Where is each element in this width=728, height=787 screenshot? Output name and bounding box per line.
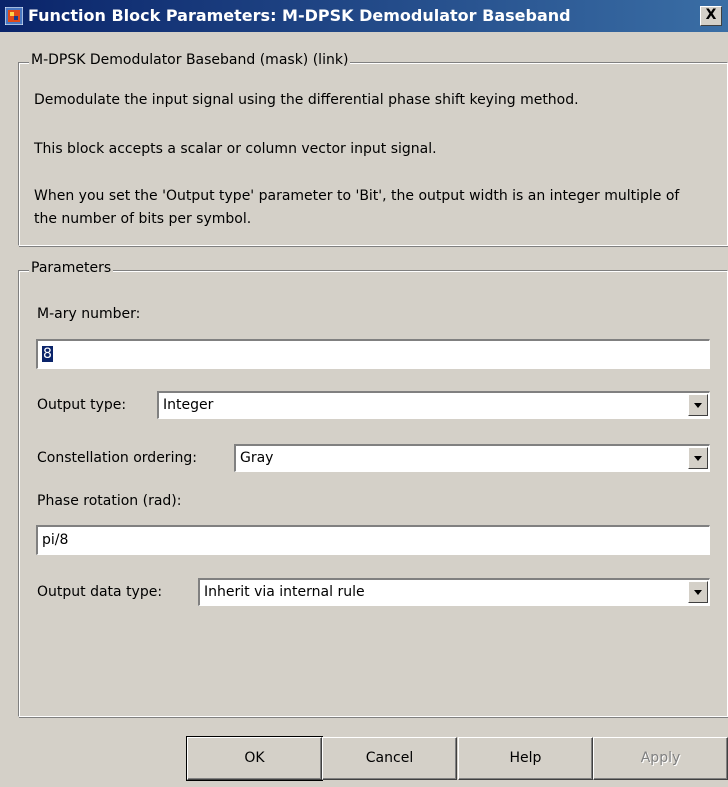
ok-button[interactable]: OK xyxy=(186,736,323,781)
output-data-type-dropdown[interactable]: Inherit via internal rule xyxy=(198,578,710,606)
constellation-ordering-label: Constellation ordering: xyxy=(37,450,197,466)
constellation-ordering-value: Gray xyxy=(240,450,274,466)
chevron-down-icon[interactable] xyxy=(688,581,708,603)
cancel-button[interactable]: Cancel xyxy=(322,737,457,780)
phase-rotation-label: Phase rotation (rad): xyxy=(37,493,182,509)
output-type-value: Integer xyxy=(163,397,214,413)
parameters-group-title: Parameters xyxy=(29,260,114,276)
output-data-type-label: Output data type: xyxy=(37,584,163,600)
description-line: This block accepts a scalar or column ve… xyxy=(34,141,437,157)
window-title: Function Block Parameters: M-DPSK Demodu… xyxy=(28,6,571,25)
close-button[interactable]: X xyxy=(700,6,722,26)
close-icon: X xyxy=(705,7,717,23)
matlab-block-icon xyxy=(4,6,24,26)
description-group-title: M-DPSK Demodulator Baseband (mask) (link… xyxy=(29,52,351,68)
phase-rotation-value: pi/8 xyxy=(42,532,69,548)
chevron-down-icon[interactable] xyxy=(688,394,708,416)
chevron-down-icon[interactable] xyxy=(688,447,708,469)
phase-rotation-input[interactable]: pi/8 xyxy=(36,525,710,555)
output-type-label: Output type: xyxy=(37,397,127,413)
dialog-window: Function Block Parameters: M-DPSK Demodu… xyxy=(0,0,728,787)
apply-button[interactable]: Apply xyxy=(593,737,728,780)
description-line: Demodulate the input signal using the di… xyxy=(34,92,579,108)
title-bar[interactable]: Function Block Parameters: M-DPSK Demodu… xyxy=(0,0,728,32)
constellation-ordering-dropdown[interactable]: Gray xyxy=(234,444,710,472)
mary-number-input[interactable]: 8 xyxy=(36,339,710,369)
output-type-dropdown[interactable]: Integer xyxy=(157,391,710,419)
mary-number-value: 8 xyxy=(42,346,53,362)
help-button[interactable]: Help xyxy=(458,737,593,780)
description-line: When you set the 'Output type' parameter… xyxy=(34,188,680,227)
mary-number-label: M-ary number: xyxy=(37,306,141,322)
output-data-type-value: Inherit via internal rule xyxy=(204,584,365,600)
